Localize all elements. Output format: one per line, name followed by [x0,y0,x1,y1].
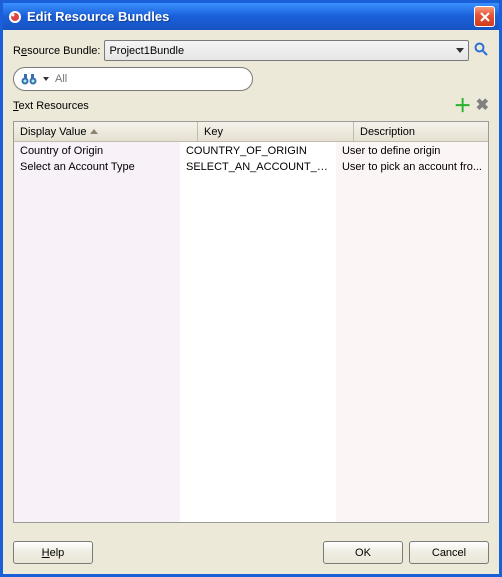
bundle-label: Resource Bundle: [13,45,100,57]
window-title: Edit Resource Bundles [27,9,474,24]
table-cell[interactable]: Country of Origin [14,142,180,158]
chevron-down-icon[interactable] [43,77,49,81]
titlebar[interactable]: Edit Resource Bundles [3,3,499,30]
table-cell[interactable]: User to pick an account fro... [336,158,488,174]
table-body: Country of Origin Select an Account Type… [14,142,488,522]
resource-table: Display Value Key Description Country of… [13,121,489,523]
binoculars-icon [20,71,38,87]
add-icon[interactable]: ＋ [454,97,472,115]
close-button[interactable] [474,6,495,27]
app-icon [7,9,23,25]
search-icon[interactable] [473,41,489,60]
col-key[interactable]: Key [198,122,354,141]
button-bar: Help OK Cancel [3,533,499,574]
table-cell[interactable]: COUNTRY_OF_ORIGIN [180,142,336,158]
table-cell[interactable]: Select an Account Type [14,158,180,174]
sort-asc-icon [90,129,98,134]
col-description[interactable]: Description [354,122,488,141]
table-header: Display Value Key Description [14,122,488,142]
section-header: Text Resources ＋ ✖ [13,97,489,115]
table-cell[interactable]: SELECT_AN_ACCOUNT_TYPE [180,158,336,174]
dialog-window: Edit Resource Bundles Resource Bundle: P… [0,0,502,577]
bundle-combo-value: Project1Bundle [109,45,456,57]
col3-cells: User to define origin User to pick an ac… [336,142,488,522]
cancel-button[interactable]: Cancel [409,541,489,564]
chevron-down-icon [456,48,464,53]
table-cell[interactable]: User to define origin [336,142,488,158]
filter-row [13,67,489,91]
col2-cells: COUNTRY_OF_ORIGIN SELECT_AN_ACCOUNT_TYPE [180,142,336,522]
bundle-combo[interactable]: Project1Bundle [104,40,469,61]
filter-field[interactable] [13,67,253,91]
section-title: Text Resources [13,100,450,112]
col-display-value[interactable]: Display Value [14,122,198,141]
content-area: Resource Bundle: Project1Bundle Text Res… [3,30,499,533]
col1-cells: Country of Origin Select an Account Type [14,142,180,522]
help-button[interactable]: Help [13,541,93,564]
delete-icon[interactable]: ✖ [476,98,489,114]
filter-input[interactable] [53,72,246,86]
ok-button[interactable]: OK [323,541,403,564]
bundle-row: Resource Bundle: Project1Bundle [13,40,489,61]
